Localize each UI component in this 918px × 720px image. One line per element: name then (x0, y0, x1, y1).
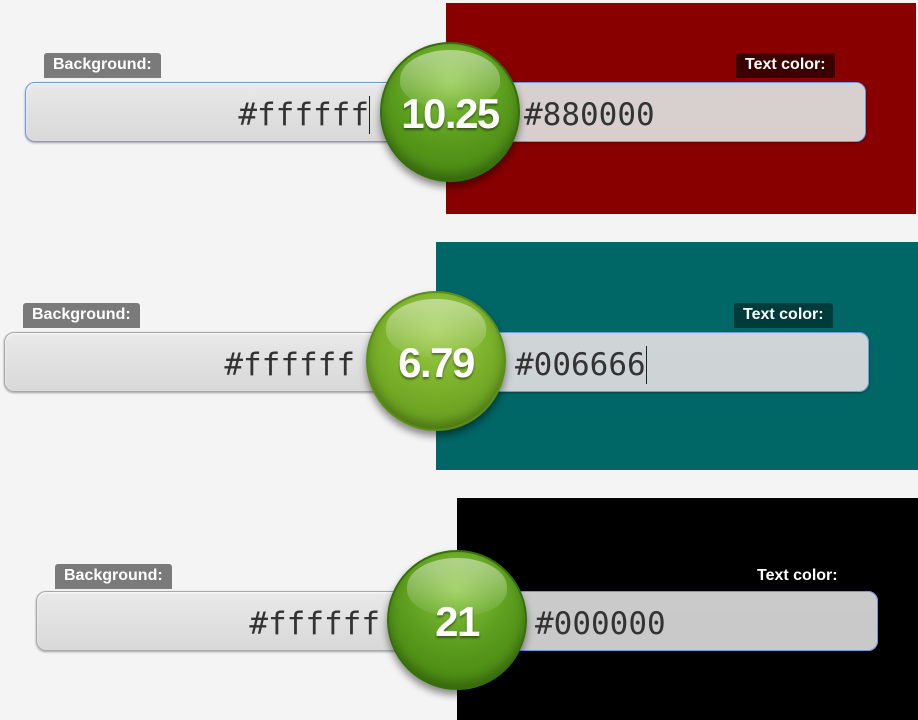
text-color-input-3[interactable]: #000000 (535, 606, 785, 642)
background-label-3: Background: (55, 564, 172, 589)
background-value-2: #ffffff (224, 347, 355, 383)
text-color-label-3: Text color: (748, 564, 847, 589)
text-caret-2 (645, 345, 647, 384)
contrast-ratio-badge-2: 6.79 (366, 291, 506, 431)
text-color-value-1: #880000 (524, 97, 655, 133)
text-color-input-1[interactable]: #880000 (524, 97, 774, 133)
background-color-input-2[interactable]: #ffffff (155, 347, 355, 383)
text-color-value-3: #000000 (535, 606, 666, 642)
contrast-ratio-value-1: 10.25 (401, 90, 500, 137)
contrast-ratio-badge-1: 10.25 (380, 42, 520, 182)
contrast-ratio-badge-3: 21 (387, 550, 527, 690)
background-label-1: Background: (44, 53, 161, 78)
text-color-label-2: Text color: (734, 303, 833, 328)
background-value-1: #ffffff (238, 97, 369, 133)
contrast-ratio-value-2: 6.79 (398, 339, 475, 386)
text-color-label-1: Text color: (736, 53, 835, 78)
contrast-ratio-value-3: 21 (435, 598, 480, 645)
background-color-input-1[interactable]: #ffffff (170, 95, 370, 134)
text-caret-1 (369, 95, 370, 134)
text-color-input-2[interactable]: #006666 (515, 345, 775, 384)
background-value-3: #ffffff (249, 606, 380, 642)
text-color-value-2: #006666 (515, 347, 646, 383)
background-label-2: Background: (23, 303, 140, 328)
background-color-input-3[interactable]: #ffffff (180, 606, 380, 642)
